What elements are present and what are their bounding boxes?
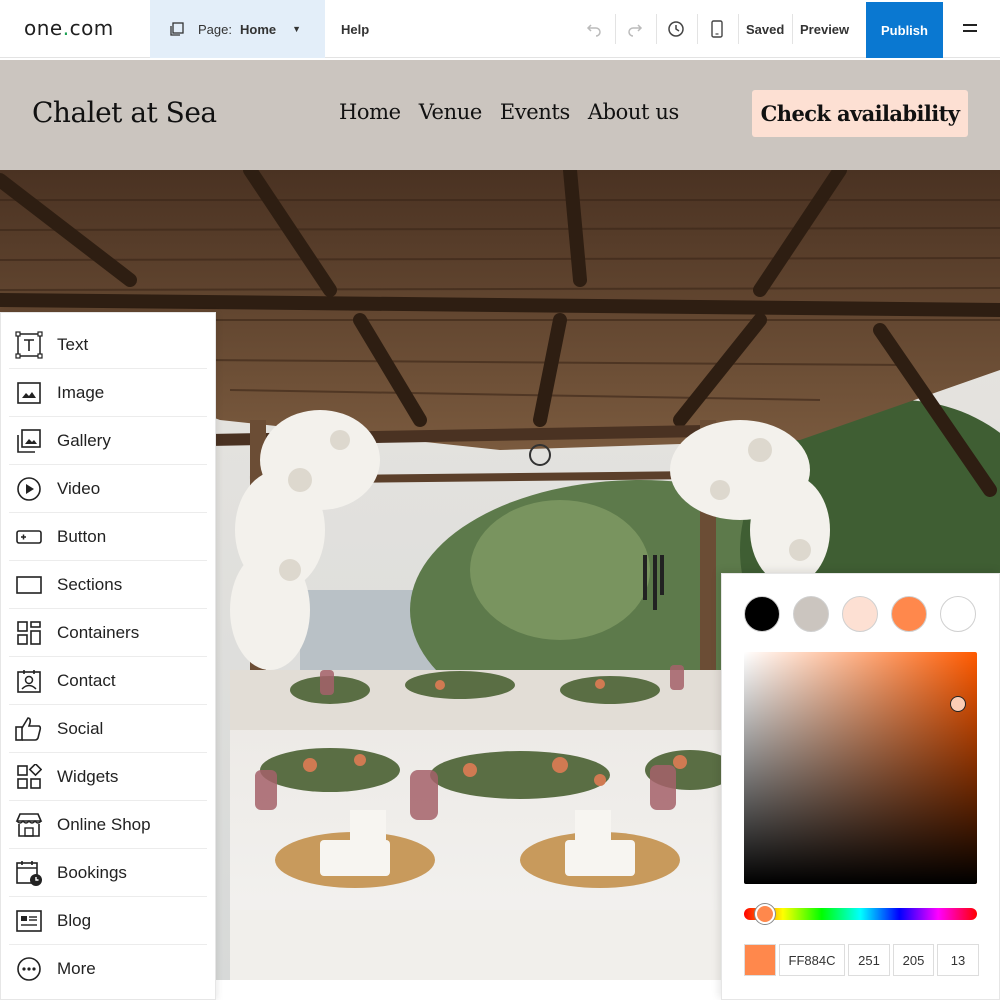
panel-item-label: Contact — [57, 670, 116, 690]
panel-item-more[interactable]: More — [9, 945, 207, 993]
color-swatches — [744, 596, 976, 632]
logo-text: one — [24, 16, 63, 40]
swatch-black[interactable] — [744, 596, 780, 632]
panel-item-bookings[interactable]: Bookings — [9, 849, 207, 897]
hamburger-menu-icon[interactable] — [963, 24, 977, 34]
page-value: Home — [239, 21, 277, 37]
panel-item-label: Online Shop — [57, 814, 151, 834]
panel-item-label: Sections — [57, 574, 123, 594]
undo-icon[interactable] — [584, 19, 604, 39]
toolbar-divider — [792, 14, 793, 44]
preview-button[interactable]: Preview — [800, 22, 849, 37]
panel-item-blog[interactable]: Blog — [9, 897, 207, 945]
widgets-icon — [15, 763, 43, 791]
saved-status: Saved — [746, 22, 785, 37]
logo-suffix: com — [69, 16, 114, 40]
panel-item-containers[interactable]: Containers — [9, 609, 207, 657]
panel-item-image[interactable]: Image — [9, 369, 207, 417]
panel-item-video[interactable]: Video — [9, 465, 207, 513]
panel-item-label: Gallery — [57, 430, 111, 450]
panel-item-text[interactable]: Text — [9, 321, 207, 369]
current-color-chip — [744, 944, 776, 976]
contact-icon — [15, 667, 43, 695]
panel-item-label: Containers — [57, 622, 140, 642]
redo-icon[interactable] — [625, 19, 645, 39]
nav-item-venue[interactable]: Venue — [419, 100, 483, 124]
shop-icon — [15, 811, 43, 839]
toolbar-divider — [656, 14, 657, 44]
panel-item-label: More — [57, 959, 96, 978]
swatch-white[interactable] — [940, 596, 976, 632]
panel-item-social[interactable]: Social — [9, 705, 207, 753]
more-icon — [15, 955, 43, 983]
toolbar-divider — [615, 14, 616, 44]
button-icon — [15, 523, 43, 551]
nav-item-about[interactable]: About us — [588, 100, 679, 124]
calendar-clock-icon — [15, 859, 43, 887]
publish-button[interactable]: Publish — [866, 2, 943, 58]
panel-item-label: Widgets — [57, 766, 119, 786]
page-label: Page: — [198, 21, 232, 37]
check-availability-button[interactable]: Check availability — [752, 90, 968, 137]
history-icon[interactable] — [666, 19, 686, 39]
color-picker: FF884C 251 205 13 — [721, 573, 1000, 1000]
site-title[interactable]: Chalet at Sea — [32, 96, 217, 129]
mobile-preview-icon[interactable] — [707, 19, 727, 39]
hue-slider[interactable] — [744, 908, 977, 920]
green-input[interactable]: 205 — [893, 944, 934, 976]
panel-item-contact[interactable]: Contact — [9, 657, 207, 705]
swatch-taupe[interactable] — [793, 596, 829, 632]
sections-icon — [15, 571, 43, 599]
panel-item-sections[interactable]: Sections — [9, 561, 207, 609]
toolbar-divider — [738, 14, 739, 44]
one-com-logo[interactable]: one.com — [24, 16, 114, 40]
hue-slider-handle[interactable] — [755, 904, 775, 924]
video-icon — [15, 475, 43, 503]
panel-item-label: Blog — [57, 910, 92, 930]
site-header[interactable]: Chalet at Sea Home Venue Events About us… — [0, 60, 1000, 170]
blog-icon — [15, 907, 43, 935]
text-icon — [15, 330, 43, 359]
panel-item-online-shop[interactable]: Online Shop — [9, 801, 207, 849]
nav-item-events[interactable]: Events — [500, 100, 570, 124]
containers-icon — [15, 619, 43, 647]
panel-item-label: Bookings — [57, 862, 127, 882]
panel-item-label: Button — [57, 526, 107, 546]
thumbs-up-icon — [15, 715, 43, 743]
panel-item-gallery[interactable]: Gallery — [9, 417, 207, 465]
panel-item-label: Video — [57, 478, 101, 498]
swatch-peach[interactable] — [842, 596, 878, 632]
saturation-value-area[interactable] — [744, 652, 977, 884]
panel-item-label: Image — [57, 382, 105, 402]
add-element-panel: Text Image Gallery Video Button Sections — [0, 312, 216, 1000]
blue-input[interactable]: 13 — [937, 944, 979, 976]
pages-icon — [170, 22, 184, 36]
help-link[interactable]: Help — [341, 22, 369, 37]
chevron-down-icon: ▼ — [292, 24, 302, 34]
logo-dot: . — [62, 16, 70, 40]
image-icon — [15, 379, 43, 407]
saturation-handle[interactable] — [950, 696, 966, 712]
panel-item-button[interactable]: Button — [9, 513, 207, 561]
red-input[interactable]: 251 — [848, 944, 890, 976]
panel-item-label: Text — [57, 334, 89, 354]
color-values-row: FF884C 251 205 13 — [744, 944, 979, 976]
panel-item-widgets[interactable]: Widgets — [9, 753, 207, 801]
hex-input[interactable]: FF884C — [779, 944, 845, 976]
nav-item-home[interactable]: Home — [339, 100, 401, 124]
site-nav: Home Venue Events About us — [339, 100, 679, 124]
editor-toolbar: one.com Page: Home ▼ Help Saved Preview … — [0, 0, 1000, 58]
swatch-orange[interactable] — [891, 596, 927, 632]
panel-item-label: Social — [57, 718, 104, 738]
page-selector[interactable]: Page: Home ▼ — [150, 0, 325, 58]
toolbar-divider — [697, 14, 698, 44]
gallery-icon — [15, 427, 43, 455]
